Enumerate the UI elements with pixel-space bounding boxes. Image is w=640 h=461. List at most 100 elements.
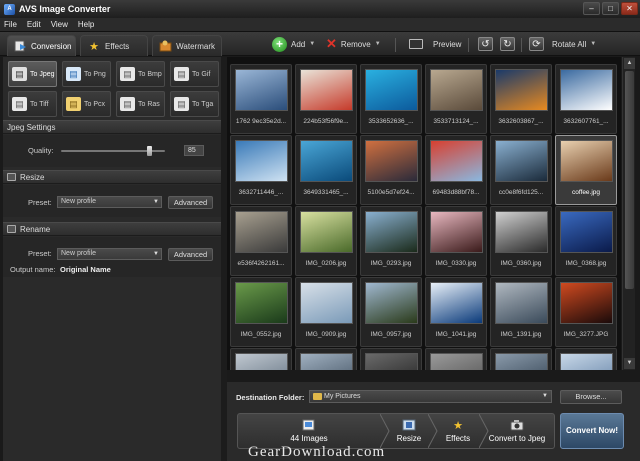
rotate-all-button[interactable]: ⟳ Rotate All ▼: [529, 36, 596, 52]
gallery-thumbnail[interactable]: IMG_0957.jpg: [360, 277, 422, 347]
thumbnail-caption: IMG_3277.JPG: [563, 331, 609, 338]
thumbnail-caption: 3632711446_...: [238, 189, 284, 196]
format-bmp-button[interactable]: ▤ To Bmp: [116, 61, 165, 87]
rotate-left-button[interactable]: ↺: [478, 36, 493, 52]
browse-button[interactable]: Browse...: [560, 390, 622, 404]
gallery-thumbnail[interactable]: 3632603867_...: [490, 64, 552, 134]
rename-header[interactable]: Rename: [3, 222, 221, 236]
gallery-thumbnail[interactable]: cc0e8f6fd125...: [490, 135, 552, 205]
menu-view[interactable]: View: [51, 20, 68, 29]
quality-label: Quality:: [28, 146, 54, 155]
tab-watermark[interactable]: Watermark: [152, 35, 222, 56]
gallery-thumbnail[interactable]: 3649331465_...: [295, 135, 357, 205]
destination-folder-select[interactable]: My Pictures ▼: [309, 390, 552, 403]
gallery-thumbnail[interactable]: IMG_0206.jpg: [295, 206, 357, 276]
thumbnail-image: [235, 353, 288, 370]
resize-header[interactable]: Resize: [3, 170, 221, 184]
step-convert-to[interactable]: Convert to Jpeg: [478, 414, 556, 448]
format-tga-button[interactable]: ▤ To Tga: [170, 91, 219, 117]
gallery-scrollbar[interactable]: ▲ ▼: [622, 57, 635, 370]
step-resize[interactable]: Resize: [390, 414, 428, 448]
gallery-thumbnail[interactable]: IMG_0293.jpg: [360, 206, 422, 276]
gallery-thumbnail[interactable]: [555, 348, 617, 370]
gallery-thumbnail[interactable]: [360, 348, 422, 370]
gallery-thumbnail[interactable]: 69483d88bf78...: [425, 135, 487, 205]
gallery-thumbnail[interactable]: IMG_0360.jpg: [490, 206, 552, 276]
tab-effects-label: Effects: [105, 41, 130, 51]
remove-button[interactable]: ✕ Remove ▼: [326, 36, 381, 52]
thumbnail-image: [560, 69, 613, 111]
gallery-thumbnail[interactable]: 3533652636_...: [360, 64, 422, 134]
chevron-down-icon[interactable]: ▼: [590, 41, 596, 47]
maximize-button[interactable]: □: [602, 2, 619, 15]
destination-label: Destination Folder:: [236, 393, 305, 402]
gallery-thumbnail[interactable]: [425, 348, 487, 370]
gallery-thumbnail[interactable]: IMG_1041.jpg: [425, 277, 487, 347]
chevron-down-icon[interactable]: ▼: [309, 41, 315, 47]
rename-preset-select[interactable]: New profile ▼: [57, 248, 162, 260]
step-effects[interactable]: ★ Effects: [437, 414, 479, 448]
menu-help[interactable]: Help: [78, 20, 94, 29]
jpeg-settings-header[interactable]: Jpeg Settings: [3, 120, 221, 134]
preview-button[interactable]: Preview: [409, 36, 461, 52]
add-button[interactable]: + Add ▼: [272, 36, 315, 52]
thumbnail-image: [495, 282, 548, 324]
quality-value[interactable]: 85: [184, 145, 204, 156]
gallery-thumbnail[interactable]: IMG_1391.jpg: [490, 277, 552, 347]
gallery-thumbnail[interactable]: 5100e5d7ef24...: [360, 135, 422, 205]
scroll-down-icon[interactable]: ▼: [624, 358, 635, 369]
format-gif-button[interactable]: ▤ To Gif: [170, 61, 219, 87]
resize-icon: [7, 173, 16, 181]
menu-edit[interactable]: Edit: [27, 20, 41, 29]
format-tiff-button[interactable]: ▤ To Tiff: [8, 91, 57, 117]
tab-effects[interactable]: ★ Effects: [80, 35, 148, 56]
menu-file[interactable]: File: [4, 20, 17, 29]
gallery-thumbnail[interactable]: IMG_0552.jpg: [230, 277, 292, 347]
chevron-down-icon: ▼: [153, 251, 159, 257]
convert-now-button[interactable]: Convert Now!: [560, 413, 624, 449]
close-button[interactable]: ✕: [621, 2, 638, 15]
chevron-down-icon[interactable]: ▼: [375, 41, 381, 47]
rename-advanced-button[interactable]: Advanced: [168, 248, 213, 261]
scrollbar-thumb[interactable]: [625, 71, 634, 289]
rename-preset-value: New profile: [61, 250, 97, 257]
gallery-thumbnail[interactable]: e536f4262161...: [230, 206, 292, 276]
gallery-thumbnail[interactable]: coffee.jpg: [555, 135, 617, 205]
gallery-thumbnail[interactable]: 3632711446_...: [230, 135, 292, 205]
quality-slider-thumb[interactable]: [147, 146, 153, 156]
format-pcx-button[interactable]: ▤ To Pcx: [62, 91, 111, 117]
format-jpeg-button[interactable]: ▤ To Jpeg: [8, 61, 57, 87]
thumbnail-image: [560, 140, 613, 182]
gallery-thumbnail[interactable]: [295, 348, 357, 370]
thumbnail-caption: 224b53f56f9e...: [303, 118, 349, 125]
gallery-thumbnail[interactable]: [490, 348, 552, 370]
thumbnail-caption: 3632603867_...: [498, 118, 544, 125]
camera-icon: [510, 419, 524, 431]
watermark-icon: [159, 40, 172, 53]
gallery-thumbnail[interactable]: IMG_3277.JPG: [555, 277, 617, 347]
toolbar-divider: [395, 38, 396, 52]
format-png-button[interactable]: ▤ To Png: [62, 61, 111, 87]
bmp-icon: ▤: [120, 67, 135, 81]
scroll-up-icon[interactable]: ▲: [624, 58, 635, 69]
gallery-thumbnail[interactable]: 3632607761_...: [555, 64, 617, 134]
format-ras-button[interactable]: ▤ To Ras: [116, 91, 165, 117]
rotate-right-button[interactable]: ↻: [500, 36, 515, 52]
resize-advanced-button[interactable]: Advanced: [168, 196, 213, 209]
resize-preset-select[interactable]: New profile ▼: [57, 196, 162, 208]
gallery-thumbnail[interactable]: 224b53f56f9e...: [295, 64, 357, 134]
gallery-thumbnail[interactable]: 1762 9ec35e2d...: [230, 64, 292, 134]
thumbnail-image: [430, 69, 483, 111]
rename-icon: [7, 225, 16, 233]
step-images[interactable]: 44 Images: [238, 414, 380, 448]
minimize-button[interactable]: –: [583, 2, 600, 15]
tab-conversion[interactable]: Conversion: [7, 35, 76, 56]
thumbnail-caption: e536f4262161...: [237, 260, 285, 267]
gallery-thumbnail[interactable]: IMG_0909.jpg: [295, 277, 357, 347]
gallery-thumbnail[interactable]: IMG_0330.jpg: [425, 206, 487, 276]
gallery-thumbnail[interactable]: IMG_0368.jpg: [555, 206, 617, 276]
title-bar: A AVS Image Converter – □ ✕: [0, 0, 640, 18]
gallery-thumbnail[interactable]: [230, 348, 292, 370]
gallery-thumbnail[interactable]: 3533713124_...: [425, 64, 487, 134]
star-icon: ★: [89, 40, 99, 53]
